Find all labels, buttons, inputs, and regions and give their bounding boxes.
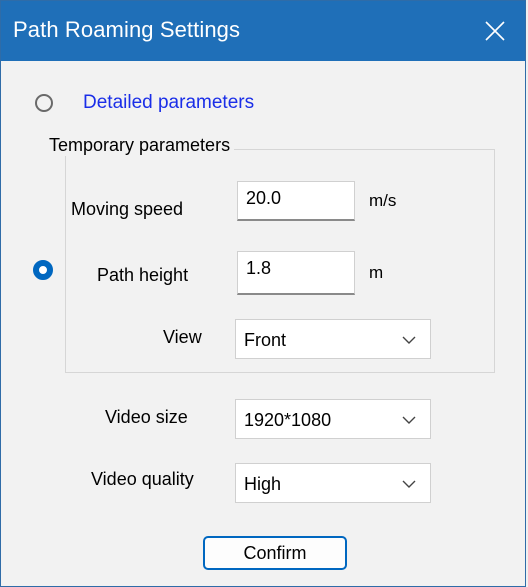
video-size-select[interactable]: 1920*1080 xyxy=(235,399,431,439)
video-quality-label: Video quality xyxy=(91,469,194,489)
moving-speed-unit: m/s xyxy=(369,191,397,210)
confirm-button[interactable]: Confirm xyxy=(203,536,347,570)
detailed-parameters-radio[interactable] xyxy=(35,94,53,112)
temporary-parameters-radio[interactable] xyxy=(33,260,53,280)
chevron-down-icon xyxy=(402,416,416,424)
view-label: View xyxy=(163,327,202,347)
dialog-title: Path Roaming Settings xyxy=(13,17,241,42)
video-quality-select[interactable]: High xyxy=(235,463,431,503)
title-bar[interactable]: Path Roaming Settings xyxy=(1,1,525,61)
path-height-input[interactable]: 1.8 xyxy=(237,251,355,295)
path-height-unit: m xyxy=(369,263,384,282)
dialog-window: Path Roaming Settings Detailed parameter… xyxy=(0,0,526,587)
chevron-down-icon xyxy=(402,336,416,344)
video-quality-value: High xyxy=(244,474,282,494)
close-button[interactable] xyxy=(465,1,525,61)
moving-speed-label: Moving speed xyxy=(71,199,184,219)
chevron-down-icon xyxy=(402,480,416,488)
detailed-parameters-link[interactable]: Detailed parameters xyxy=(83,92,254,114)
temporary-parameters-legend: Temporary parameters xyxy=(45,135,235,156)
video-size-value: 1920*1080 xyxy=(244,410,332,430)
path-height-label: Path height xyxy=(97,265,189,285)
view-value: Front xyxy=(244,330,287,350)
video-size-label: Video size xyxy=(105,407,188,427)
moving-speed-input[interactable]: 20.0 xyxy=(237,181,355,221)
view-select[interactable]: Front xyxy=(235,319,431,359)
close-icon xyxy=(485,21,505,41)
